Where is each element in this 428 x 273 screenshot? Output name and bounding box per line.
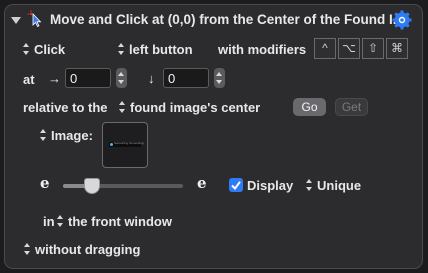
- window-scope-popup[interactable]: the front window: [56, 214, 172, 229]
- image-thumbnail: Something Something: [109, 141, 144, 147]
- popup-arrows-icon: [117, 43, 125, 55]
- right-arrow-icon: →: [48, 71, 61, 86]
- get-button[interactable]: Get: [335, 98, 368, 116]
- down-arrow-icon: ↓: [148, 71, 155, 86]
- at-label: at: [23, 72, 35, 87]
- control-modifier-toggle[interactable]: ^: [314, 38, 336, 59]
- action-panel: Move and Click at (0,0) from the Center …: [4, 4, 423, 269]
- go-button[interactable]: Go: [293, 98, 326, 116]
- click-type-popup[interactable]: Click: [22, 42, 65, 57]
- fuzz-min-label: e: [40, 174, 50, 192]
- reference-point-popup[interactable]: found image's center: [118, 100, 260, 115]
- display-label: Display: [247, 178, 294, 193]
- disclosure-triangle-icon[interactable]: [11, 17, 21, 24]
- fuzz-max-label: e: [197, 174, 207, 192]
- x-offset-field[interactable]: 0: [65, 68, 111, 88]
- command-modifier-toggle[interactable]: ⌘: [386, 38, 408, 59]
- image-source-popup[interactable]: Image:: [39, 128, 93, 143]
- mouse-cursor-icon: [27, 10, 45, 28]
- drag-mode-popup[interactable]: without dragging: [23, 242, 140, 257]
- popup-arrows-icon: [39, 129, 47, 141]
- popup-arrows-icon: [23, 243, 31, 255]
- relative-label: relative to the: [23, 100, 108, 115]
- popup-arrows-icon: [22, 43, 30, 55]
- popup-arrows-icon: [118, 101, 126, 113]
- modifiers-label: with modifiers: [218, 42, 307, 57]
- option-modifier-toggle[interactable]: ⌥: [338, 38, 360, 59]
- y-offset-stepper[interactable]: [214, 68, 225, 88]
- in-label: in: [43, 214, 55, 229]
- uniqueness-popup[interactable]: Unique: [305, 178, 361, 193]
- popup-arrows-icon: [305, 179, 313, 191]
- checkmark-icon: [231, 181, 241, 191]
- shift-modifier-toggle[interactable]: ⇧: [362, 38, 384, 59]
- mouse-button-popup[interactable]: left button: [117, 42, 193, 57]
- thumbnail-dot: [110, 143, 113, 146]
- fuzz-slider-track[interactable]: [63, 178, 183, 194]
- popup-arrows-icon: [56, 215, 64, 227]
- image-well[interactable]: Something Something: [102, 122, 148, 168]
- x-offset-stepper[interactable]: [116, 68, 127, 88]
- action-title: Move and Click at (0,0) from the Center …: [50, 12, 405, 27]
- fuzz-slider-thumb[interactable]: [83, 178, 100, 194]
- y-offset-field[interactable]: 0: [163, 68, 209, 88]
- display-checkbox[interactable]: [229, 178, 243, 192]
- gear-icon[interactable]: [392, 10, 412, 30]
